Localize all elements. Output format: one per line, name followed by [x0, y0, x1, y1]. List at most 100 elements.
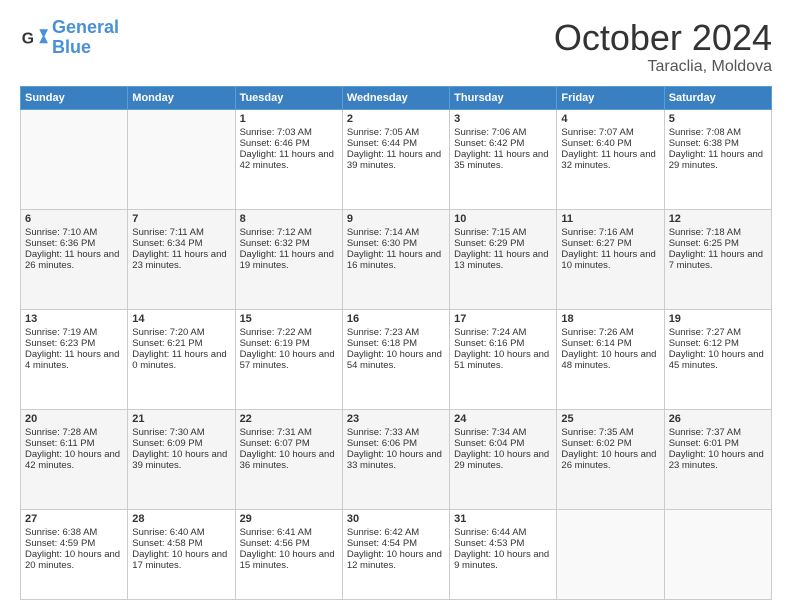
- calendar-day-cell: 23Sunrise: 7:33 AMSunset: 6:06 PMDayligh…: [342, 409, 449, 509]
- sunrise-text: Sunrise: 7:37 AM: [669, 427, 767, 438]
- day-number: 25: [561, 413, 659, 425]
- day-number: 9: [347, 213, 445, 225]
- day-number: 23: [347, 413, 445, 425]
- sunrise-text: Sunrise: 7:28 AM: [25, 427, 123, 438]
- sunrise-text: Sunrise: 7:10 AM: [25, 227, 123, 238]
- calendar-day-cell: [128, 109, 235, 209]
- day-number: 28: [132, 513, 230, 525]
- weekday-header: Wednesday: [342, 86, 449, 109]
- calendar-day-cell: 17Sunrise: 7:24 AMSunset: 6:16 PMDayligh…: [450, 309, 557, 409]
- sunrise-text: Sunrise: 7:14 AM: [347, 227, 445, 238]
- sunrise-text: Sunrise: 7:35 AM: [561, 427, 659, 438]
- sunrise-text: Sunrise: 7:06 AM: [454, 127, 552, 138]
- calendar-table: SundayMondayTuesdayWednesdayThursdayFrid…: [20, 86, 772, 600]
- daylight-text: Daylight: 11 hours and 10 minutes.: [561, 249, 659, 271]
- calendar-day-cell: 5Sunrise: 7:08 AMSunset: 6:38 PMDaylight…: [664, 109, 771, 209]
- day-number: 2: [347, 113, 445, 125]
- sunrise-text: Sunrise: 7:34 AM: [454, 427, 552, 438]
- daylight-text: Daylight: 10 hours and 15 minutes.: [240, 549, 338, 571]
- day-number: 21: [132, 413, 230, 425]
- weekday-header: Thursday: [450, 86, 557, 109]
- day-number: 13: [25, 313, 123, 325]
- sunset-text: Sunset: 4:54 PM: [347, 538, 445, 549]
- day-number: 1: [240, 113, 338, 125]
- calendar-day-cell: 22Sunrise: 7:31 AMSunset: 6:07 PMDayligh…: [235, 409, 342, 509]
- sunset-text: Sunset: 4:58 PM: [132, 538, 230, 549]
- sunset-text: Sunset: 6:07 PM: [240, 438, 338, 449]
- day-number: 18: [561, 313, 659, 325]
- sunrise-text: Sunrise: 7:03 AM: [240, 127, 338, 138]
- sunset-text: Sunset: 6:12 PM: [669, 338, 767, 349]
- sunset-text: Sunset: 6:02 PM: [561, 438, 659, 449]
- calendar-day-cell: 15Sunrise: 7:22 AMSunset: 6:19 PMDayligh…: [235, 309, 342, 409]
- weekday-header: Monday: [128, 86, 235, 109]
- calendar-day-cell: 18Sunrise: 7:26 AMSunset: 6:14 PMDayligh…: [557, 309, 664, 409]
- sunrise-text: Sunrise: 7:19 AM: [25, 327, 123, 338]
- sunset-text: Sunset: 6:11 PM: [25, 438, 123, 449]
- day-number: 24: [454, 413, 552, 425]
- sunrise-text: Sunrise: 6:40 AM: [132, 527, 230, 538]
- day-number: 26: [669, 413, 767, 425]
- calendar-day-cell: 13Sunrise: 7:19 AMSunset: 6:23 PMDayligh…: [21, 309, 128, 409]
- sunrise-text: Sunrise: 7:31 AM: [240, 427, 338, 438]
- sunset-text: Sunset: 4:53 PM: [454, 538, 552, 549]
- logo-line1: General: [52, 17, 119, 37]
- calendar-day-cell: 4Sunrise: 7:07 AMSunset: 6:40 PMDaylight…: [557, 109, 664, 209]
- sunrise-text: Sunrise: 6:41 AM: [240, 527, 338, 538]
- calendar-day-cell: 10Sunrise: 7:15 AMSunset: 6:29 PMDayligh…: [450, 209, 557, 309]
- weekday-header: Friday: [557, 86, 664, 109]
- header: G General Blue October 2024 Taraclia, Mo…: [20, 18, 772, 76]
- page: G General Blue October 2024 Taraclia, Mo…: [0, 0, 792, 612]
- daylight-text: Daylight: 11 hours and 7 minutes.: [669, 249, 767, 271]
- sunrise-text: Sunrise: 7:33 AM: [347, 427, 445, 438]
- daylight-text: Daylight: 11 hours and 29 minutes.: [669, 149, 767, 171]
- calendar-day-cell: 1 Sunrise: 7:03 AMSunset: 6:46 PMDaylight…: [235, 109, 342, 209]
- sunset-text: Sunset: 6:46 PM: [240, 138, 338, 149]
- calendar-day-cell: 16Sunrise: 7:23 AMSunset: 6:18 PMDayligh…: [342, 309, 449, 409]
- sunset-text: Sunset: 6:19 PM: [240, 338, 338, 349]
- daylight-text: Daylight: 10 hours and 45 minutes.: [669, 349, 767, 371]
- svg-text:G: G: [22, 30, 34, 47]
- daylight-text: Daylight: 10 hours and 51 minutes.: [454, 349, 552, 371]
- sunrise-text: Sunrise: 7:30 AM: [132, 427, 230, 438]
- day-number: 15: [240, 313, 338, 325]
- sunset-text: Sunset: 6:21 PM: [132, 338, 230, 349]
- sunrise-text: Sunrise: 7:24 AM: [454, 327, 552, 338]
- calendar-day-cell: 28Sunrise: 6:40 AMSunset: 4:58 PMDayligh…: [128, 509, 235, 599]
- sunset-text: Sunset: 4:59 PM: [25, 538, 123, 549]
- calendar-day-cell: 11Sunrise: 7:16 AMSunset: 6:27 PMDayligh…: [557, 209, 664, 309]
- weekday-header: Sunday: [21, 86, 128, 109]
- day-number: 3: [454, 113, 552, 125]
- sunset-text: Sunset: 6:01 PM: [669, 438, 767, 449]
- daylight-text: Daylight: 10 hours and 57 minutes.: [240, 349, 338, 371]
- sunset-text: Sunset: 6:36 PM: [25, 238, 123, 249]
- daylight-text: Daylight: 11 hours and 42 minutes.: [240, 149, 338, 171]
- day-number: 20: [25, 413, 123, 425]
- weekday-header: Tuesday: [235, 86, 342, 109]
- sunrise-text: Sunrise: 7:05 AM: [347, 127, 445, 138]
- calendar-day-cell: [557, 509, 664, 599]
- daylight-text: Daylight: 11 hours and 35 minutes.: [454, 149, 552, 171]
- calendar-week-row: 1Sunrise: 7:03 AMSunset: 6:46 PMDaylight…: [21, 109, 772, 209]
- daylight-text: Daylight: 11 hours and 13 minutes.: [454, 249, 552, 271]
- sunset-text: Sunset: 6:23 PM: [25, 338, 123, 349]
- location: Taraclia, Moldova: [554, 58, 772, 76]
- day-number: 6: [25, 213, 123, 225]
- sunrise-text: Sunrise: 7:11 AM: [132, 227, 230, 238]
- sunset-text: Sunset: 6:25 PM: [669, 238, 767, 249]
- calendar-day-cell: 21 Sunrise: 7:30 AMSunset: 6:09 PMDayligh…: [128, 409, 235, 509]
- sunrise-text: Sunrise: 7:26 AM: [561, 327, 659, 338]
- calendar-week-row: 6Sunrise: 7:10 AMSunset: 6:36 PMDaylight…: [21, 209, 772, 309]
- daylight-text: Daylight: 11 hours and 26 minutes.: [25, 249, 123, 271]
- sunset-text: Sunset: 6:42 PM: [454, 138, 552, 149]
- daylight-text: Daylight: 11 hours and 19 minutes.: [240, 249, 338, 271]
- daylight-text: Daylight: 10 hours and 33 minutes.: [347, 449, 445, 471]
- calendar-day-cell: 20Sunrise: 7:28 AMSunset: 6:11 PMDayligh…: [21, 409, 128, 509]
- sunset-text: Sunset: 6:09 PM: [132, 438, 230, 449]
- daylight-text: Daylight: 10 hours and 39 minutes.: [132, 449, 230, 471]
- daylight-text: Daylight: 11 hours and 0 minutes.: [132, 349, 230, 371]
- daylight-text: Daylight: 10 hours and 23 minutes.: [669, 449, 767, 471]
- calendar-day-cell: 8Sunrise: 7:12 AMSunset: 6:32 PMDaylight…: [235, 209, 342, 309]
- day-number: 5: [669, 113, 767, 125]
- daylight-text: Daylight: 11 hours and 32 minutes.: [561, 149, 659, 171]
